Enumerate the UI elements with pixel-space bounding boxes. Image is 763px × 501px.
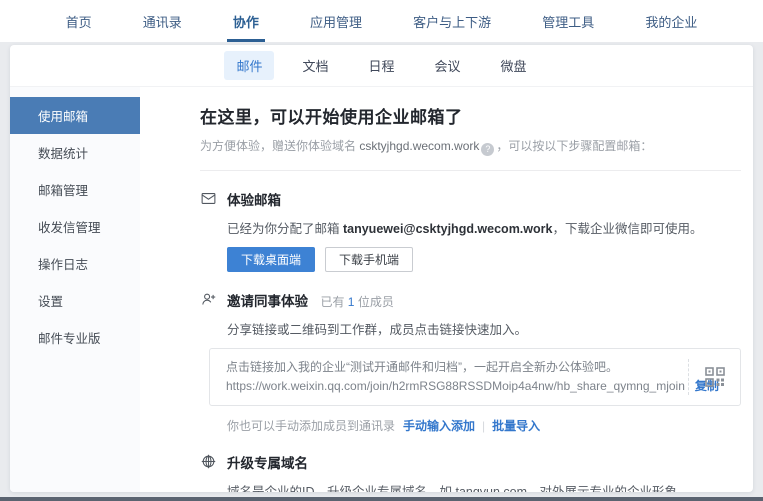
download-mobile-button[interactable]: 下载手机端 — [325, 247, 413, 272]
page-title: 在这里，可以开始使用企业邮箱了 — [200, 103, 741, 128]
section-upgrade-domain: 升级专属域名 域名是企业的ID，升级企业专属域名，如 tangyun.com，对… — [200, 452, 741, 492]
mailbox-description: 已经为你分配了邮箱 tanyuewei@csktyjhgd.wecom.work… — [227, 218, 741, 237]
sidebar-item-settings[interactable]: 设置 — [10, 282, 140, 319]
manual-add-row: 你也可以手动添加成员到通讯录手动输入添加 | 批量导入 — [227, 417, 741, 434]
nav-item-my-company[interactable]: 我的企业 — [639, 0, 703, 42]
nav-item-customers[interactable]: 客户与上下游 — [407, 0, 497, 42]
manual-add-text: 你也可以手动添加成员到通讯录 — [227, 419, 395, 433]
domain-description: 域名是企业的ID，升级企业专属域名，如 tangyun.com，对外展示专业的企… — [227, 481, 741, 492]
sidebar-item-use-mailbox[interactable]: 使用邮箱 — [10, 97, 140, 134]
bottom-edge-strip — [0, 497, 763, 501]
tab-bar: 邮件 文档 日程 会议 微盘 — [10, 45, 753, 87]
section-title-trial-mailbox: 体验邮箱 — [227, 189, 281, 209]
sidebar-item-statistics[interactable]: 数据统计 — [10, 134, 140, 171]
tab-docs[interactable]: 文档 — [290, 51, 340, 80]
nav-item-home[interactable]: 首页 — [60, 0, 98, 42]
batch-import-link[interactable]: 批量导入 — [492, 419, 540, 433]
content-card: 邮件 文档 日程 会议 微盘 使用邮箱 数据统计 邮箱管理 收发信管理 操作日志… — [10, 45, 753, 492]
top-nav: 首页 通讯录 协作 应用管理 客户与上下游 管理工具 我的企业 — [0, 0, 763, 42]
trial-domain: csktyjhgd.wecom.work — [359, 139, 479, 153]
subtitle-prefix: 为方便体验，赠送你体验域名 — [200, 139, 359, 153]
tab-drive[interactable]: 微盘 — [489, 51, 539, 80]
main-content: 在这里，可以开始使用企业邮箱了 为方便体验，赠送你体验域名 csktyjhgd.… — [140, 87, 753, 492]
share-link-box: 点击链接加入我的企业“测试开通邮件和归档”，一起开启全新办公体验吧。 https… — [209, 348, 741, 406]
section-invite: 邀请同事体验 已有 1 位成员 分享链接或二维码到工作群，成员点击链接快速加入。… — [200, 290, 741, 434]
info-icon[interactable]: ? — [481, 143, 494, 156]
tab-calendar[interactable]: 日程 — [356, 51, 406, 80]
sidebar: 使用邮箱 数据统计 邮箱管理 收发信管理 操作日志 设置 邮件专业版 — [10, 87, 140, 492]
subtitle: 为方便体验，赠送你体验域名 csktyjhgd.wecom.work?，可以按以… — [200, 137, 741, 156]
subtitle-suffix: ，可以按以下步骤配置邮箱： — [496, 139, 652, 153]
tab-meeting[interactable]: 会议 — [423, 51, 473, 80]
invite-description: 分享链接或二维码到工作群，成员点击链接快速加入。 — [227, 319, 741, 338]
assigned-email: tanyuewei@csktyjhgd.wecom.work — [343, 222, 552, 236]
nav-item-app-management[interactable]: 应用管理 — [304, 0, 368, 42]
qr-code-icon[interactable] — [705, 367, 725, 387]
section-title-upgrade-domain: 升级专属域名 — [227, 452, 308, 472]
section-title-invite: 邀请同事体验 — [227, 290, 308, 310]
share-url: https://work.weixin.qq.com/join/h2rmRSG8… — [226, 379, 685, 393]
mail-icon — [200, 189, 227, 272]
sidebar-item-operation-log[interactable]: 操作日志 — [10, 245, 140, 282]
manual-input-add-link[interactable]: 手动输入添加 — [403, 419, 475, 433]
nav-item-collaboration[interactable]: 协作 — [227, 0, 265, 42]
sidebar-item-mailbox-management[interactable]: 邮箱管理 — [10, 171, 140, 208]
sidebar-item-mail-pro[interactable]: 邮件专业版 — [10, 319, 140, 356]
manual-links-separator: | — [482, 419, 485, 433]
globe-icon — [200, 452, 227, 492]
download-desktop-button[interactable]: 下载桌面端 — [227, 247, 315, 272]
sidebar-item-send-receive[interactable]: 收发信管理 — [10, 208, 140, 245]
nav-item-contacts[interactable]: 通讯录 — [137, 0, 188, 42]
tab-mail[interactable]: 邮件 — [224, 51, 274, 80]
member-count-badge: 已有 1 位成员 — [320, 295, 393, 309]
section-trial-mailbox: 体验邮箱 已经为你分配了邮箱 tanyuewei@csktyjhgd.wecom… — [200, 189, 741, 272]
divider — [200, 170, 741, 171]
share-text: 点击链接加入我的企业“测试开通邮件和归档”，一起开启全新办公体验吧。 — [226, 359, 674, 376]
nav-item-admin-tools[interactable]: 管理工具 — [536, 0, 600, 42]
